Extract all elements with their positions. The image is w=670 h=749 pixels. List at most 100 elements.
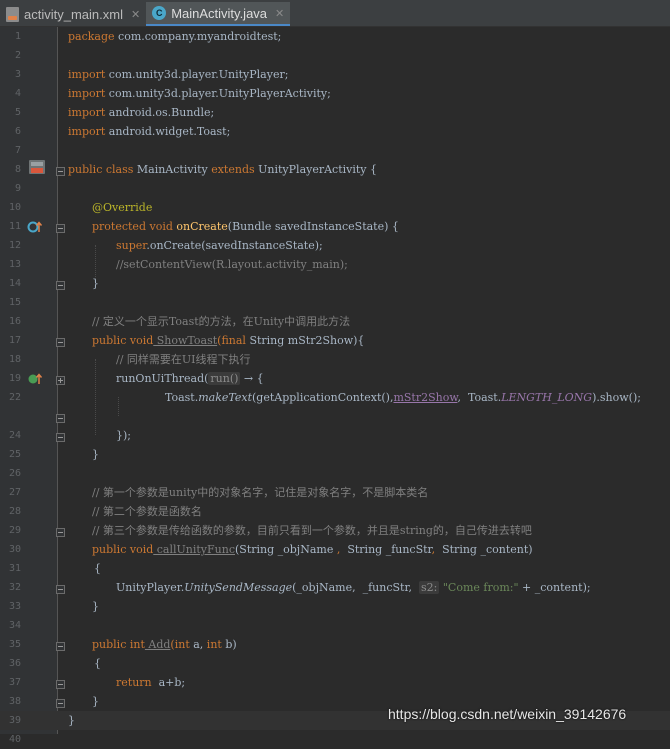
code-line: 25} — [0, 445, 670, 464]
code-text: , Toast. — [457, 391, 502, 404]
keyword: int — [203, 638, 222, 651]
line-number: 13 — [8, 259, 21, 270]
code-line: 10 @Override — [0, 198, 670, 217]
code-text: a+b; — [151, 676, 186, 689]
code-text: String mStr2Show){ — [245, 334, 365, 347]
line-number: 27 — [8, 487, 21, 498]
watermark-text: https://blog.csdn.net/weixin_39142676 — [388, 706, 627, 722]
code-line: 1 package com.company.myandroidtest; — [0, 27, 670, 46]
keyword: package — [68, 30, 115, 43]
code-line: 32 UnityPlayer.UnitySendMessage(_objName,… — [0, 578, 670, 597]
variable-ref: mStr2Show — [393, 391, 458, 404]
code-line: 30 public void callUnityFunc(String _objN… — [0, 540, 670, 559]
code-text: UnityPlayerActivity { — [254, 163, 378, 176]
code-line: 31 { — [0, 559, 670, 578]
code-text: .onCreate(savedInstanceState); — [146, 239, 323, 252]
code-line: 26 — [0, 464, 670, 483]
close-icon[interactable]: ✕ — [131, 8, 140, 21]
code-line: 16 // 定义一个显示Toast的方法，在Unity中调用此方法 — [0, 312, 670, 331]
code-text: com.unity3d.player.UnityPlayerActivity; — [105, 87, 331, 100]
line-number: 9 — [14, 183, 21, 194]
line-number: 14 — [8, 278, 21, 289]
code-text: a, — [189, 638, 204, 651]
comment: // 第一个参数是unity中的对象名字，记住是对象名字，不是脚本类名 — [92, 486, 429, 499]
code-text: com.company.myandroidtest; — [114, 30, 282, 43]
line-number: 39 — [8, 715, 21, 726]
line-number: 36 — [8, 658, 21, 669]
code-line: 34 — [0, 616, 670, 635]
code-text: b) — [221, 638, 237, 651]
code-text: } — [92, 277, 99, 290]
tab-label: activity_main.xml — [24, 6, 123, 22]
code-text: com.unity3d.player.UnityPlayer; — [105, 68, 289, 81]
code-text: (_objName, _funcStr, — [292, 581, 420, 594]
method-name: ShowToast — [153, 334, 218, 347]
annotation: @Override — [92, 201, 153, 214]
parameter-hint: run() — [208, 372, 241, 385]
line-number: 6 — [14, 126, 21, 137]
code-text: } — [92, 448, 99, 461]
code-line: 4 import com.unity3d.player.UnityPlayerAc… — [0, 84, 670, 103]
line-number: 11 — [8, 221, 21, 232]
line-number: 24 — [8, 430, 21, 441]
line-number: 37 — [8, 677, 21, 688]
keyword: import — [68, 87, 106, 100]
code-text: } — [68, 714, 75, 727]
comment: //setContentView(R.layout.activity_main)… — [116, 258, 348, 271]
code-line: 9 — [0, 179, 670, 198]
line-number: 30 — [8, 544, 21, 555]
code-line: 17 public void ShowToast(final String mSt… — [0, 331, 670, 350]
line-number: 12 — [8, 240, 21, 251]
fold-marker[interactable] — [56, 414, 65, 423]
code-line: 11 protected void onCreate(Bundle savedIn… — [0, 217, 670, 236]
keyword: import — [68, 106, 106, 119]
string-literal: "Come from:" — [439, 581, 519, 594]
line-number: 34 — [8, 620, 21, 631]
comment: // 同样需要在UI线程下执行 — [116, 353, 251, 366]
line-number: 32 — [8, 582, 21, 593]
code-text: (getApplicationContext(), — [252, 391, 394, 404]
code-text: } — [92, 600, 99, 613]
tab-activity-main-xml[interactable]: activity_main.xml ✕ — [0, 2, 146, 26]
line-number: 2 — [14, 50, 21, 61]
comment: // 定义一个显示Toast的方法，在Unity中调用此方法 — [92, 315, 351, 328]
code-text: android.os.Bundle; — [105, 106, 215, 119]
code-text: ).show(); — [592, 391, 641, 404]
line-number: 35 — [8, 639, 21, 650]
xml-file-icon — [6, 6, 19, 22]
keyword: import — [68, 68, 106, 81]
code-line: 28 // 第二个参数是函数名 — [0, 502, 670, 521]
line-number: 10 — [8, 202, 21, 213]
close-icon[interactable]: ✕ — [275, 7, 284, 20]
code-text: → { — [240, 372, 264, 385]
keyword: super — [116, 239, 147, 252]
code-text: android.widget.Toast; — [105, 125, 231, 138]
constant: LENGTH_LONG — [501, 391, 593, 404]
code-line: 22 Toast.makeText(getApplicationContext()… — [0, 388, 670, 407]
code-editor[interactable]: 1 package com.company.myandroidtest; 2 3 i… — [0, 27, 670, 745]
static-method: UnitySendMessage — [184, 581, 293, 594]
static-method: makeText — [198, 391, 253, 404]
line-number: 16 — [8, 316, 21, 327]
line-number: 1 — [14, 31, 21, 42]
code-line: 35 public int Add(int a, int b) — [0, 635, 670, 654]
line-number: 15 — [8, 297, 21, 308]
code-line: 19 runOnUiThread(run() → { — [0, 369, 670, 388]
code-line: 40 — [0, 730, 670, 749]
class-name: MainActivity — [133, 163, 212, 176]
code-text: }); — [116, 429, 131, 442]
code-text: Toast. — [165, 391, 199, 404]
code-line: 37 return a+b; — [0, 673, 670, 692]
keyword: protected void — [92, 220, 173, 233]
code-text: (Bundle savedInstanceState) { — [227, 220, 399, 233]
line-number: 31 — [8, 563, 21, 574]
line-number: 5 — [14, 107, 21, 118]
code-line: 36 { — [0, 654, 670, 673]
code-text: String _content) — [435, 543, 533, 556]
tab-mainactivity-java[interactable]: C MainActivity.java ✕ — [146, 2, 291, 26]
line-number: 8 — [14, 164, 21, 175]
line-number: 19 — [8, 373, 21, 384]
line-number: 17 — [8, 335, 21, 346]
code-text: (String _objName — [235, 543, 337, 556]
keyword: public void — [92, 543, 154, 556]
